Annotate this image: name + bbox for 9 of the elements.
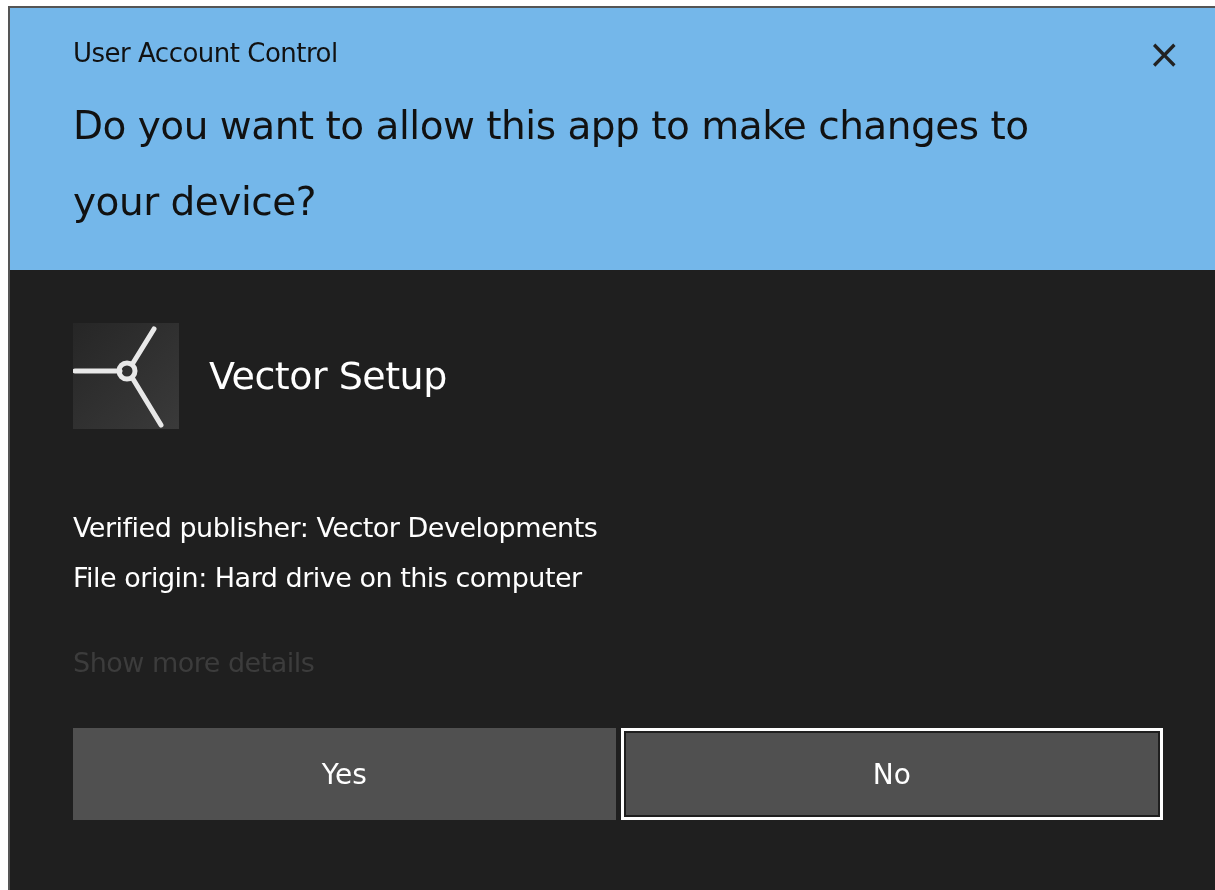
app-icon [73,323,179,429]
close-button[interactable]: × [1141,34,1187,74]
question-heading: Do you want to allow this app to make changes to your device? [73,102,1030,226]
dialog-button[interactable]: No [620,728,1163,820]
app-name: Vector Setup [209,354,447,398]
window-title: User Account Control [73,38,338,68]
detail-text: Verified publisher: Vector Developments [73,511,599,545]
dialog-button[interactable]: Yes [73,728,616,820]
detail-text: File origin: Hard drive on this computer [73,561,583,595]
